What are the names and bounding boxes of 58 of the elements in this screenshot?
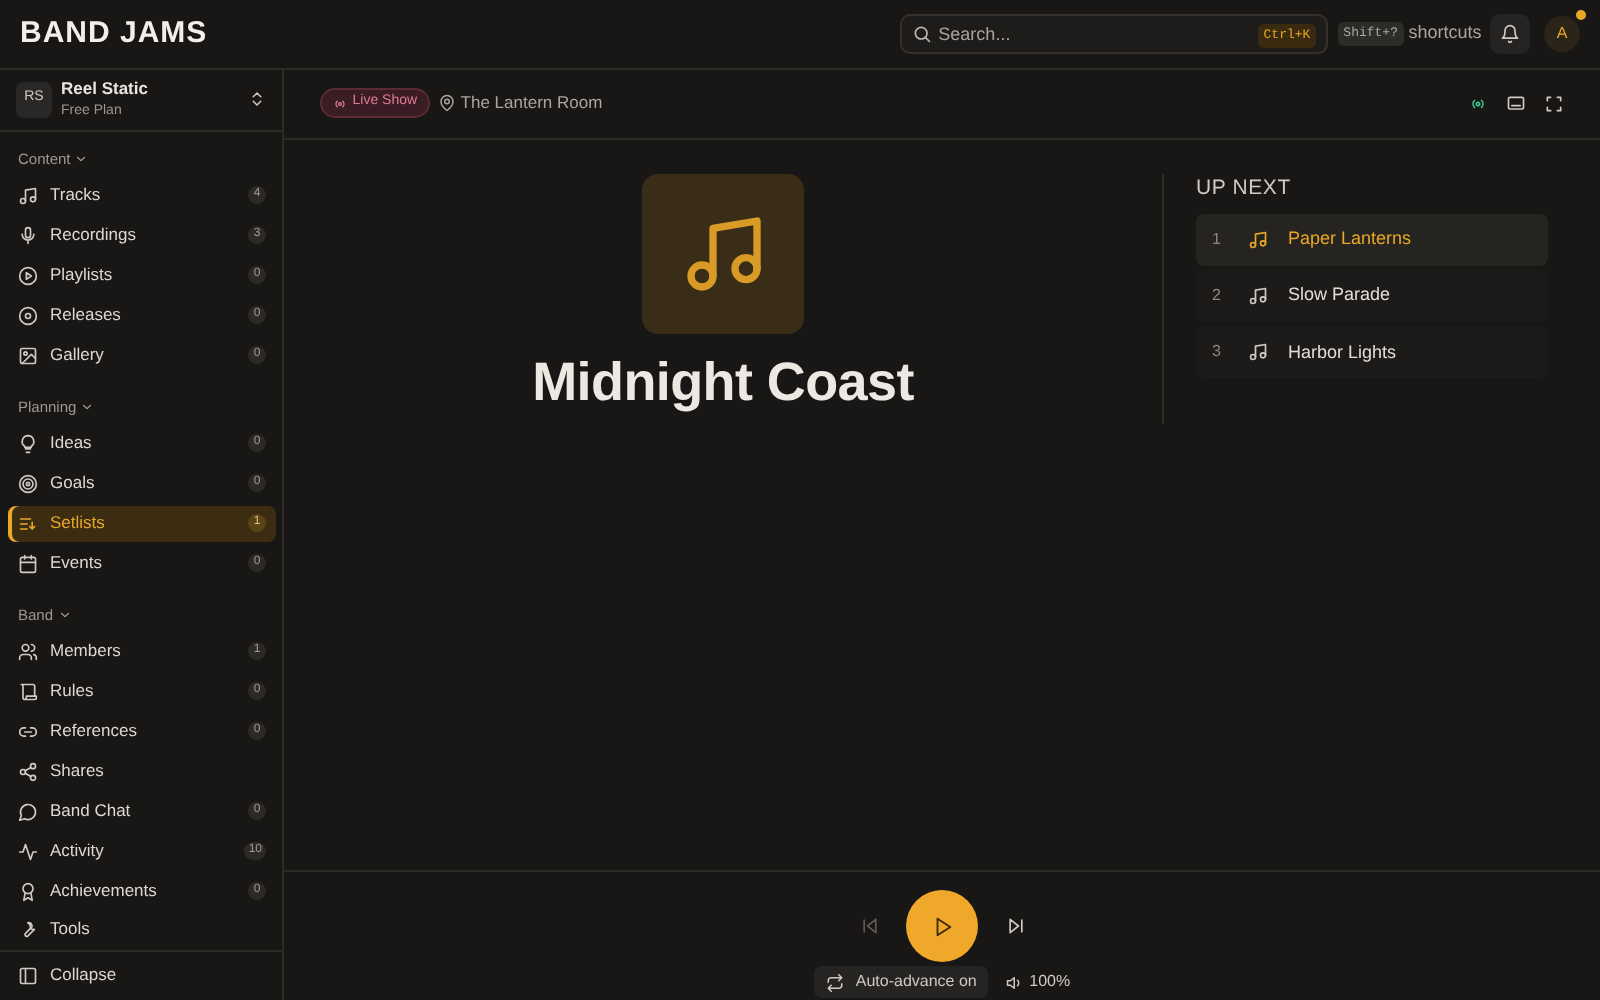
- queue-item[interactable]: 1 Paper Lanterns: [1196, 213, 1548, 266]
- volume-icon: [1006, 973, 1025, 992]
- auto-advance-button[interactable]: Auto-advance on: [813, 966, 989, 999]
- sidebar-item[interactable]: Tools: [8, 911, 276, 947]
- app-logo[interactable]: BAND JAMS: [20, 11, 208, 57]
- sidebar-panel-icon: [18, 965, 38, 986]
- avatar[interactable]: A: [1544, 15, 1580, 52]
- volume-level: 100%: [1029, 970, 1071, 995]
- music-note-icon: [1248, 229, 1268, 250]
- monitor-icon: [1506, 93, 1526, 114]
- fullscreen-button[interactable]: [1544, 93, 1564, 114]
- award-icon: [18, 881, 38, 901]
- music-note-icon: [1248, 286, 1268, 307]
- people-icon: [18, 641, 38, 661]
- image-icon: [18, 345, 38, 365]
- section-heading: UP NEXT: [1196, 173, 1293, 204]
- microphone-icon: [18, 225, 38, 245]
- fullscreen-icon: [1544, 93, 1564, 114]
- queue-item[interactable]: 2 Slow Parade: [1196, 270, 1548, 323]
- track-name: Paper Lanterns: [1288, 226, 1412, 253]
- music-note-icon: [1248, 342, 1268, 363]
- play-icon: [931, 915, 953, 937]
- bell-icon: [1500, 23, 1521, 44]
- skip-forward-icon: [1005, 916, 1025, 936]
- queue-number: 2: [1212, 284, 1223, 309]
- track-name: Harbor Lights: [1288, 339, 1397, 366]
- team-name: Reel Static: [61, 75, 148, 102]
- collapse-button[interactable]: Collapse: [8, 957, 276, 994]
- broadcast-icon: [332, 95, 348, 112]
- play-button[interactable]: [906, 890, 978, 962]
- track-name: Slow Parade: [1288, 282, 1391, 309]
- queue-number: 3: [1212, 340, 1223, 365]
- map-pin-icon: [438, 94, 457, 113]
- lightbulb-icon: [18, 433, 38, 453]
- target-icon: [18, 473, 38, 493]
- track-title: Midnight Coast: [532, 350, 914, 417]
- shortcuts-label[interactable]: shortcuts: [1408, 20, 1482, 48]
- queue-item[interactable]: 3 Harbor Lights: [1196, 326, 1548, 379]
- chat-bubble-icon: [18, 801, 38, 821]
- play-circle-icon: [18, 265, 38, 285]
- monitor-button[interactable]: [1506, 93, 1526, 114]
- music-note-icon: [18, 185, 38, 205]
- skip-back-icon: [859, 916, 879, 936]
- share-icon: [18, 761, 38, 781]
- notifications-button[interactable]: [1490, 13, 1531, 54]
- search-icon: [912, 23, 933, 44]
- chevron-up-down-icon: [248, 90, 266, 109]
- repeat-icon: [825, 973, 844, 992]
- link-icon: [18, 721, 38, 741]
- next-button[interactable]: [1005, 916, 1025, 936]
- activity-icon: [18, 841, 38, 861]
- sidebar-item[interactable]: Shares: [8, 753, 276, 789]
- venue-label: The Lantern Room: [460, 90, 603, 117]
- list-icon: [18, 513, 38, 533]
- queue-number: 1: [1212, 227, 1223, 252]
- disc-icon: [18, 305, 38, 325]
- scroll-icon: [18, 681, 38, 701]
- calendar-icon: [18, 553, 38, 573]
